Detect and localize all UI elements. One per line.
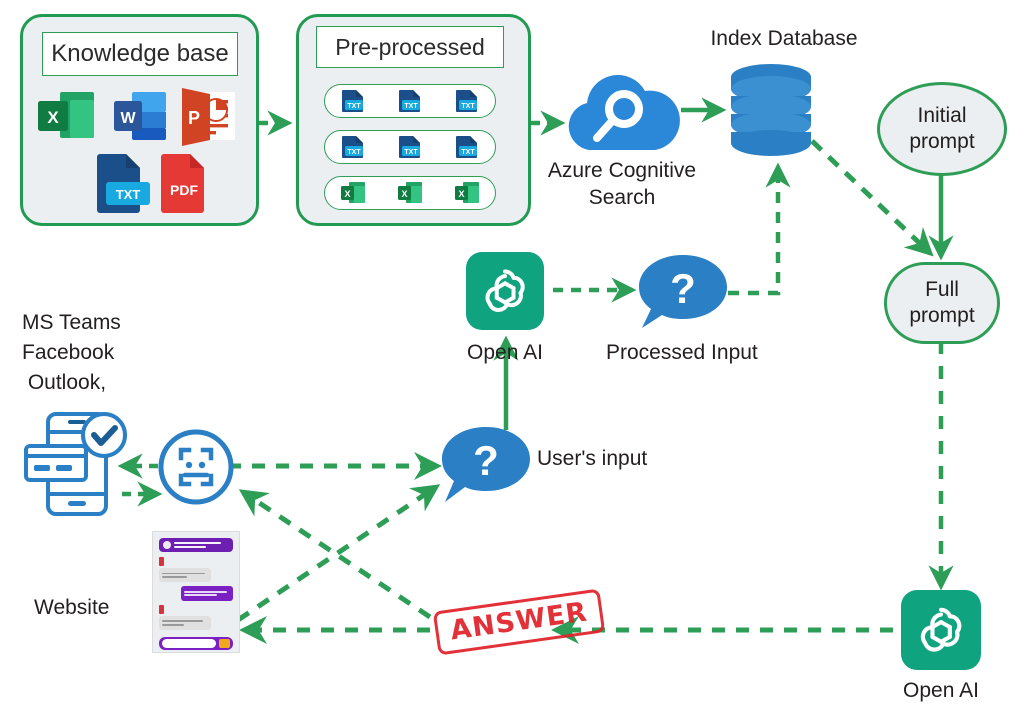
processed-input-bubble: ? (639, 255, 727, 328)
svg-text:P: P (188, 108, 200, 128)
excel-chunk-icon: X (397, 182, 422, 203)
chat-mockup-bubble-right (181, 586, 233, 601)
index-database-label: Index Database (710, 27, 858, 50)
channels-label: MS Teams Facebook Outlook, (22, 311, 121, 394)
openai-top-label: Open AI (467, 341, 543, 364)
svg-text:TXT: TXT (404, 149, 418, 156)
chat-mockup-input-bar[interactable] (159, 637, 233, 651)
preprocessed-row-excel: X X X (324, 176, 496, 210)
initial-prompt-node: Initial prompt (877, 82, 1007, 176)
openai-tile-bottom (901, 590, 981, 670)
knowledge-base-title-box: Knowledge base (42, 32, 238, 76)
svg-text:TXT: TXT (404, 103, 418, 110)
pre-processed-title: Pre-processed (335, 33, 485, 60)
txt-chunk-icon: TXT (398, 90, 420, 112)
pre-processed-title-box: Pre-processed (316, 26, 504, 68)
chat-mockup-avatar (163, 541, 171, 549)
excel-chunk-icon: X (341, 182, 366, 203)
word-file-icon: W (114, 92, 166, 140)
svg-text:X: X (401, 189, 407, 199)
processed-input-label: Processed Input (606, 341, 758, 364)
diagram-canvas: Knowledge base X W P TXT PDF Pre-process… (0, 0, 1024, 718)
chat-mockup-user-avatar (159, 557, 164, 566)
edge-processed-to-index (728, 162, 791, 296)
full-prompt-node: Full prompt (884, 262, 1000, 344)
svg-text:TXT: TXT (348, 103, 362, 110)
users-input-glyph: ? (473, 437, 499, 484)
knowledge-base-title: Knowledge base (51, 40, 229, 67)
openai-logo-icon (920, 607, 962, 652)
pdf-file-icon: PDF (161, 154, 204, 213)
svg-text:X: X (345, 189, 351, 199)
chat-mockup-user-avatar (159, 604, 164, 614)
users-input-bubble: ? (442, 427, 530, 502)
full-prompt-label-line1: Full (925, 278, 959, 302)
svg-text:TXT: TXT (461, 103, 475, 110)
openai-logo-icon (485, 269, 525, 312)
txt-chunk-icon: TXT (455, 136, 477, 158)
initial-prompt-label-line1: Initial (917, 104, 967, 128)
txt-chunk-icon: TXT (398, 136, 420, 158)
chat-mockup-send-button[interactable] (219, 639, 230, 649)
txt-chunk-icon: TXT (455, 90, 477, 112)
chat-mockup-header (159, 538, 233, 552)
txt-chunk-icon: TXT (342, 90, 364, 112)
excel-chunk-icon: X (454, 182, 479, 203)
powerpoint-file-icon: P (182, 88, 235, 146)
preprocessed-row-txt-2: TXT TXT TXT (324, 130, 496, 164)
cloud-search-icon (568, 74, 680, 150)
website-chat-mockup (152, 531, 240, 653)
openai-bottom-label: Open AI (903, 679, 979, 702)
svg-text:W: W (120, 110, 136, 127)
openai-tile-top (466, 252, 544, 330)
svg-text:PDF: PDF (170, 182, 198, 198)
chat-mockup-text-field[interactable] (162, 639, 216, 649)
azure-search-label: Azure Cognitive Search (547, 159, 697, 209)
mobile-device-icon (24, 412, 127, 516)
processed-input-glyph: ? (670, 265, 696, 312)
chat-mockup-bubble-left (159, 615, 211, 631)
initial-prompt-label-line2: prompt (909, 130, 975, 153)
excel-file-icon: X (38, 92, 94, 138)
users-input-label: User's input (537, 447, 648, 470)
preprocessed-row-txt-1: TXT TXT TXT (324, 84, 496, 118)
svg-text:X: X (458, 189, 464, 199)
txt-chunk-icon: TXT (342, 136, 364, 158)
txt-file-icon: TXT (97, 154, 150, 213)
full-prompt-label-line2: prompt (909, 304, 975, 327)
knowledge-base-file-icons: X W P TXT PDF (38, 88, 235, 213)
database-cylinder-icon (731, 64, 811, 156)
svg-text:X: X (47, 108, 59, 127)
chat-mockup-bubble-left (159, 568, 211, 583)
svg-text:TXT: TXT (461, 149, 475, 156)
chatbot-circle-icon (158, 429, 234, 505)
svg-text:TXT: TXT (116, 187, 141, 202)
svg-text:TXT: TXT (348, 149, 362, 156)
